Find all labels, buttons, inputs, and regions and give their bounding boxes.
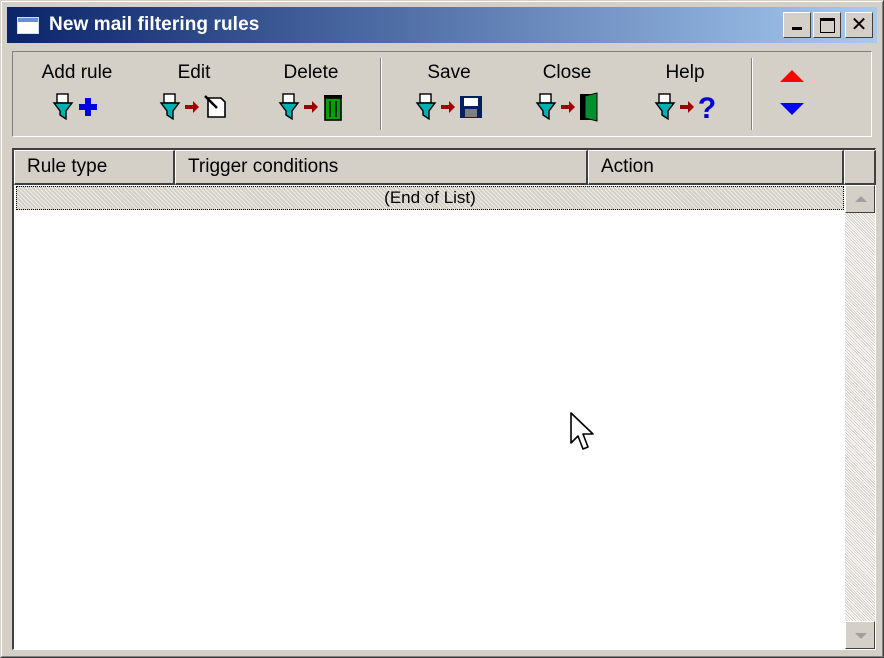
list-header: Rule type Trigger conditions Action [14, 150, 876, 185]
edit-label: Edit [177, 62, 211, 83]
filter-icon [415, 93, 437, 121]
help-label: Help [665, 62, 705, 83]
help-button[interactable]: Help ? [630, 56, 740, 130]
close-window-button[interactable]: ✕ [845, 12, 873, 38]
list-item-end-marker[interactable]: (End of List) [16, 186, 844, 210]
column-header-rule-type[interactable]: Rule type [14, 150, 175, 185]
add-rule-button[interactable]: Add rule [22, 56, 132, 130]
edit-page-icon [204, 95, 226, 118]
window-icon[interactable] [17, 16, 39, 34]
save-button[interactable]: Save [394, 56, 504, 130]
window-title: New mail filtering rules [49, 14, 260, 35]
filter-trash-icon [256, 92, 366, 122]
arrow-right-icon [561, 101, 575, 113]
filter-icon [52, 93, 74, 121]
close-label: Close [542, 62, 592, 83]
filter-edit-icon [139, 92, 249, 122]
floppy-disk-icon [460, 96, 482, 118]
toolbar-separator [751, 58, 753, 130]
trash-can-icon [324, 95, 342, 121]
maximize-button[interactable] [813, 12, 841, 38]
toolbar: Add rule Edit Delete Save Close Help ? [12, 51, 872, 137]
arrow-right-icon [304, 101, 318, 113]
toolbar-separator [380, 58, 382, 130]
scroll-up-button[interactable] [845, 185, 875, 213]
filter-question-icon: ? [630, 92, 740, 122]
filter-icon [535, 93, 557, 121]
filter-icon [278, 93, 300, 121]
filter-icon [159, 93, 181, 121]
mouse-cursor-icon [570, 412, 594, 450]
caption-buttons: ✕ [781, 12, 873, 38]
rules-list[interactable]: Rule type Trigger conditions Action (End… [12, 148, 876, 650]
close-icon: ✕ [850, 12, 868, 36]
column-header-trigger-conditions[interactable]: Trigger conditions [175, 150, 588, 185]
title-bar[interactable]: New mail filtering rules ✕ [7, 7, 877, 43]
filter-icon [654, 93, 676, 121]
door-icon [580, 92, 598, 122]
vertical-scrollbar[interactable] [845, 185, 875, 649]
minimize-button[interactable] [783, 12, 811, 38]
filter-floppy-icon [394, 92, 504, 122]
column-header-action[interactable]: Action [588, 150, 844, 185]
save-label: Save [427, 62, 471, 83]
edit-button[interactable]: Edit [139, 56, 249, 130]
question-mark-icon: ? [698, 92, 716, 122]
delete-label: Delete [283, 62, 339, 83]
filter-door-icon [512, 92, 622, 122]
arrow-right-icon [185, 101, 199, 113]
column-header-filler [844, 150, 876, 185]
main-window: New mail filtering rules ✕ Add rule Edit [0, 0, 884, 658]
triangle-down-icon[interactable] [780, 102, 804, 116]
arrow-right-icon [680, 101, 694, 113]
add-rule-label: Add rule [41, 62, 113, 83]
triangle-up-icon[interactable] [780, 69, 804, 83]
close-button[interactable]: Close [512, 56, 622, 130]
arrow-right-icon [441, 101, 455, 113]
filter-plus-icon [22, 92, 132, 122]
svg-text:?: ? [698, 92, 716, 122]
delete-button[interactable]: Delete [256, 56, 366, 130]
scroll-down-button[interactable] [845, 621, 875, 649]
plus-icon [79, 98, 97, 116]
